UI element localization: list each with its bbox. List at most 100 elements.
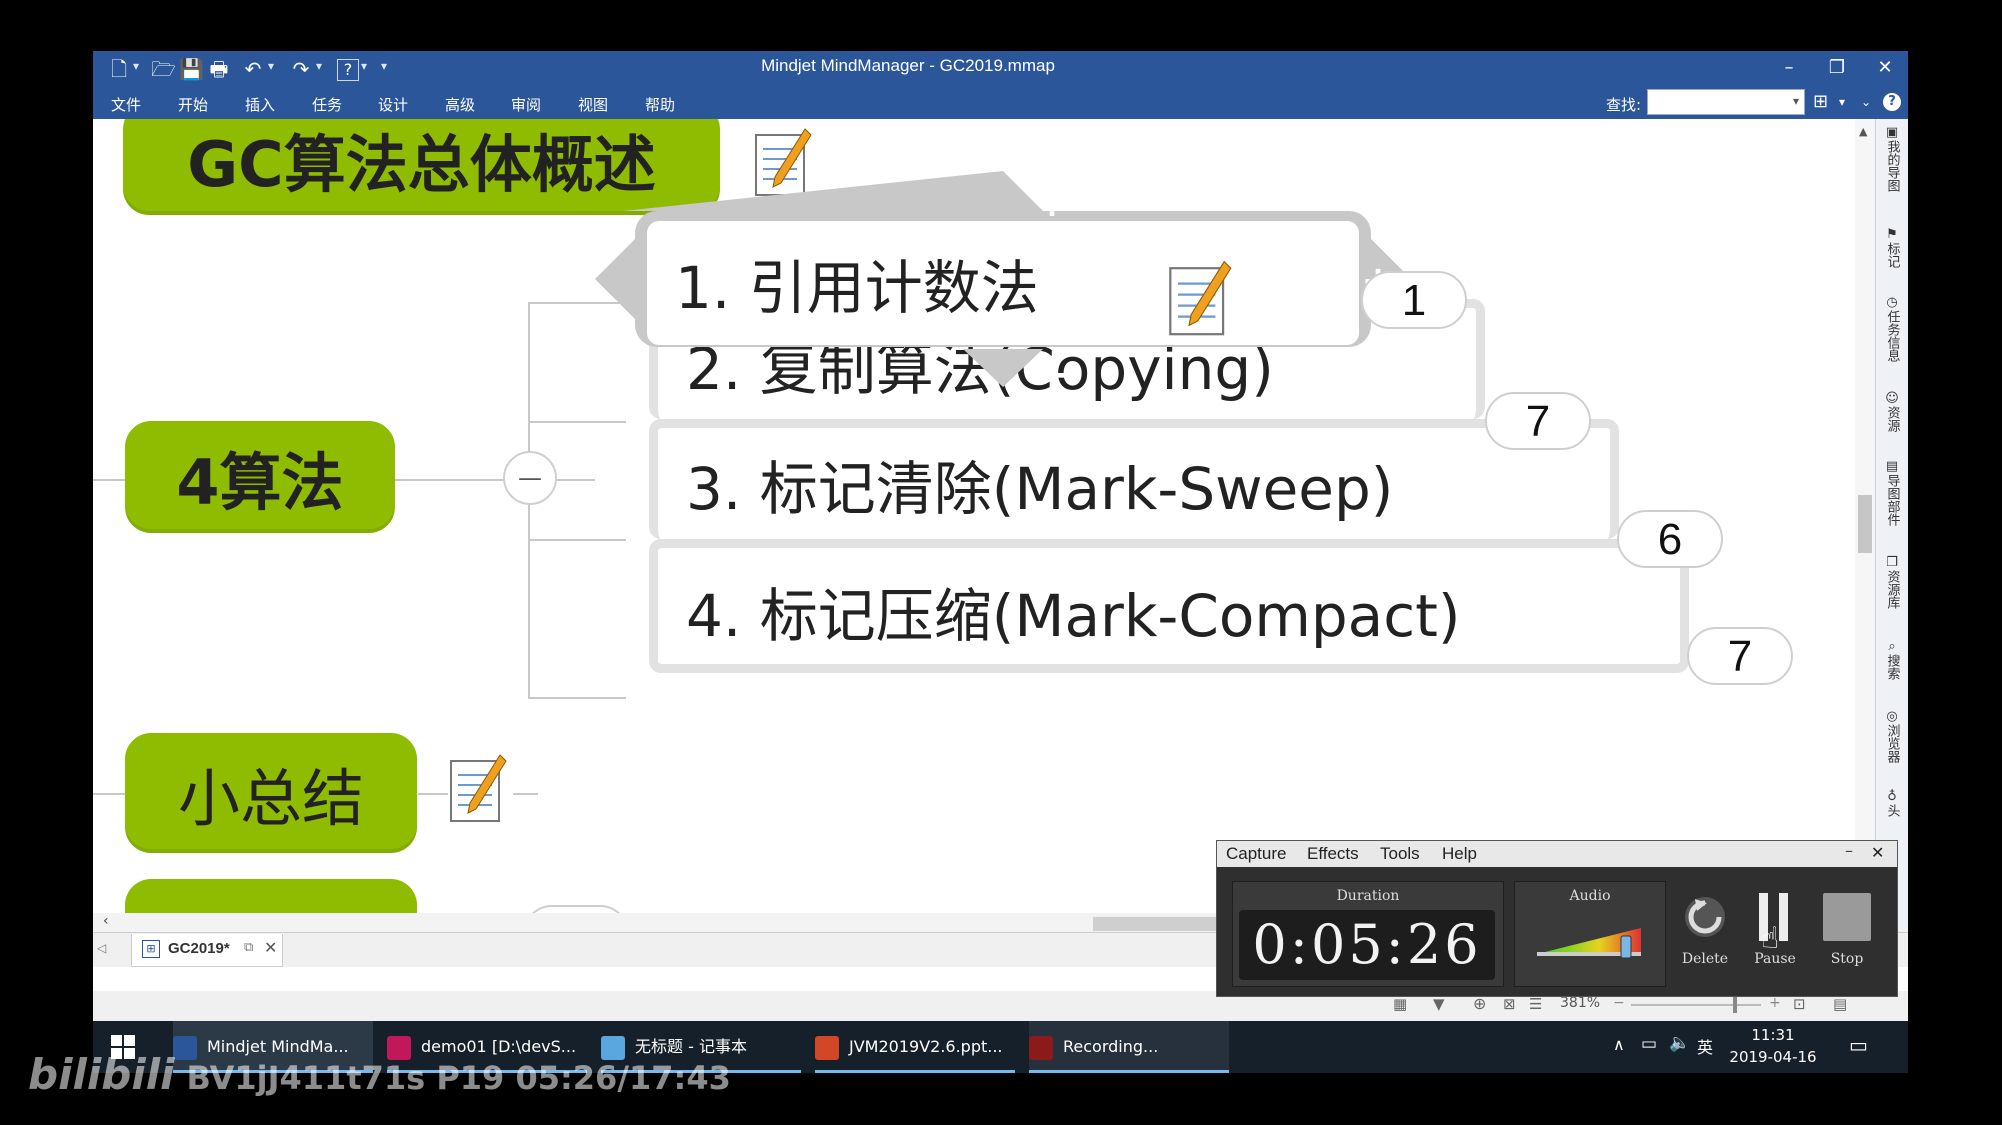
- resources-dock-item[interactable]: ☺ 资源: [1879, 391, 1905, 436]
- collapse-toggle[interactable]: —: [503, 451, 557, 505]
- bilibili-logo: bilibili: [28, 1050, 175, 1099]
- clock-time: 11:31: [1751, 1026, 1795, 1044]
- find-input[interactable]: [1647, 89, 1805, 115]
- menu-review[interactable]: 审阅: [511, 94, 541, 115]
- dock-label: 资源: [1884, 406, 1900, 432]
- pause-button[interactable]: Pause ☝: [1747, 891, 1803, 985]
- add-topic-below-icon[interactable]: +: [1033, 355, 1071, 395]
- scroll-thumb[interactable]: [1858, 495, 1872, 553]
- tab-float-icon[interactable]: ⧉: [244, 940, 253, 955]
- recorder-menu-bar: Capture Effects Tools Help – ✕: [1217, 841, 1897, 867]
- delete-label: Delete: [1681, 951, 1729, 967]
- add-topic-above-icon[interactable]: +: [1033, 183, 1071, 223]
- find-options-dropdown-icon[interactable]: ▾: [1839, 95, 1845, 109]
- volume-icon[interactable]: 🔈: [1669, 1033, 1690, 1053]
- dock-label: 搜索: [1884, 654, 1900, 680]
- minimize-button[interactable]: –: [1769, 54, 1809, 82]
- panel-toggle-icon[interactable]: ▤: [1833, 995, 1847, 1013]
- extra-dock-item[interactable]: ♁ 头: [1879, 789, 1905, 821]
- note-icon[interactable]: [448, 753, 508, 825]
- count-badge[interactable]: 7: [1687, 627, 1793, 685]
- filter-icon[interactable]: ▼: [1433, 995, 1445, 1013]
- count-badge[interactable]: 6: [1617, 510, 1723, 568]
- zoom-slider-thumb[interactable]: [1733, 997, 1737, 1013]
- horizontal-scrollbar[interactable]: ‹: [93, 913, 1218, 932]
- subtopic-reference-counting[interactable]: 1. 引用计数法: [647, 221, 1359, 345]
- stop-button[interactable]: Stop: [1819, 891, 1875, 985]
- ribbon-collapse-icon[interactable]: ⌄: [1861, 95, 1871, 109]
- tab-gc2019[interactable]: ⊞ GC2019* ⧉ ✕: [131, 934, 283, 967]
- menu-view[interactable]: 视图: [578, 94, 608, 115]
- task-info-dock-item[interactable]: ◷ 任务信息: [1879, 295, 1905, 366]
- menu-home[interactable]: 开始: [178, 94, 208, 115]
- clock-date: 2019-04-16: [1729, 1048, 1817, 1066]
- count-badge[interactable]: 1: [1361, 271, 1467, 329]
- browser-dock-item[interactable]: ◎ 浏览器: [1879, 709, 1905, 767]
- mindmap-file-icon: ⊞: [142, 940, 160, 958]
- topic-4-algorithms[interactable]: 4算法: [125, 421, 395, 533]
- taskbar-recording[interactable]: Recording...: [1029, 1021, 1229, 1073]
- zoom-out-icon[interactable]: −: [1613, 995, 1625, 1011]
- ime-indicator[interactable]: 英: [1697, 1034, 1713, 1058]
- connector-line: [395, 479, 595, 481]
- dock-label: 标记: [1884, 242, 1900, 268]
- delete-button[interactable]: Delete: [1677, 891, 1733, 985]
- recorder-app-icon: [1029, 1035, 1053, 1060]
- connector-line: [528, 697, 626, 699]
- map-parts-dock-item[interactable]: ▤ 导图部件: [1879, 459, 1905, 530]
- recorder-close-button[interactable]: ✕: [1871, 843, 1884, 862]
- dock-label: 我的导图: [1884, 140, 1900, 192]
- outline-view-icon[interactable]: ☰: [1529, 995, 1542, 1013]
- my-maps-dock-item[interactable]: ▣ 我的导图: [1879, 125, 1905, 196]
- tab-scroll-left-icon[interactable]: ◁: [97, 941, 106, 955]
- powerpoint-app-icon: [815, 1035, 839, 1060]
- dock-label: 导图部件: [1884, 474, 1900, 526]
- search-dock-item[interactable]: ⌕ 搜索: [1879, 639, 1905, 684]
- taskbar-powerpoint[interactable]: JVM2019V2.6.ppt...: [815, 1021, 1015, 1073]
- action-center-icon[interactable]: ▭: [1849, 1033, 1868, 1057]
- library-dock-item[interactable]: ❐ 资源库: [1879, 555, 1905, 613]
- menu-insert[interactable]: 插入: [245, 94, 275, 115]
- close-button[interactable]: ✕: [1865, 54, 1905, 82]
- find-options-icon[interactable]: ⊞: [1813, 91, 1828, 112]
- restore-button[interactable]: ❐: [1817, 54, 1857, 82]
- markers-dock-item[interactable]: ⚑ 标记: [1879, 227, 1905, 272]
- mindmap-canvas[interactable]: GC算法总体概述 4算法 小总结 面试题: [93, 119, 1875, 932]
- scroll-up-icon[interactable]: ▲: [1859, 125, 1867, 138]
- recorder-minimize-button[interactable]: –: [1845, 841, 1853, 860]
- dock-label: 任务信息: [1884, 310, 1900, 362]
- tray-overflow-icon[interactable]: ∧: [1613, 1035, 1625, 1054]
- menu-file[interactable]: 文件: [111, 94, 141, 115]
- fit-window-icon[interactable]: ⊡: [1793, 995, 1806, 1013]
- help-icon[interactable]: ?: [1883, 93, 1901, 111]
- subtopic-mark-compact[interactable]: 4. 标记压缩(Mark-Compact): [649, 539, 1689, 673]
- fit-map-icon[interactable]: ⊠: [1503, 995, 1516, 1013]
- recorder-menu-capture[interactable]: Capture: [1226, 844, 1286, 864]
- add-topic-left-icon[interactable]: +: [705, 261, 743, 301]
- recorder-menu-effects[interactable]: Effects: [1307, 844, 1359, 864]
- menu-task[interactable]: 任务: [312, 94, 342, 115]
- system-clock[interactable]: 11:31 2019-04-16: [1723, 1024, 1823, 1068]
- zoom-in-icon[interactable]: +: [1769, 995, 1781, 1011]
- layout-icon[interactable]: ▦: [1393, 995, 1407, 1013]
- topic-label: 小总结: [177, 762, 364, 835]
- topic-summary[interactable]: 小总结: [125, 733, 417, 853]
- recorder-menu-tools[interactable]: Tools: [1380, 844, 1420, 864]
- find-dropdown-icon[interactable]: ▾: [1793, 94, 1799, 108]
- menu-advanced[interactable]: 高级: [445, 94, 475, 115]
- recorder-menu-help[interactable]: Help: [1442, 844, 1477, 864]
- delete-icon: [1685, 897, 1725, 937]
- audio-level-meter[interactable]: [1535, 924, 1645, 960]
- scroll-left-icon[interactable]: ‹: [103, 913, 109, 929]
- battery-icon[interactable]: ▭: [1641, 1034, 1657, 1054]
- horizontal-scroll-thumb[interactable]: [1093, 917, 1218, 931]
- tab-close-icon[interactable]: ✕: [264, 938, 277, 957]
- connector-line: [93, 793, 125, 795]
- menu-design[interactable]: 设计: [378, 94, 408, 115]
- count-badge[interactable]: 7: [1485, 392, 1591, 450]
- note-icon[interactable]: [1167, 259, 1233, 339]
- vertical-scrollbar[interactable]: ▲: [1855, 119, 1875, 913]
- menu-help[interactable]: 帮助: [645, 94, 675, 115]
- subtopic-mark-sweep[interactable]: 3. 标记清除(Mark-Sweep): [649, 419, 1619, 539]
- zoom-slider[interactable]: [1631, 1004, 1761, 1006]
